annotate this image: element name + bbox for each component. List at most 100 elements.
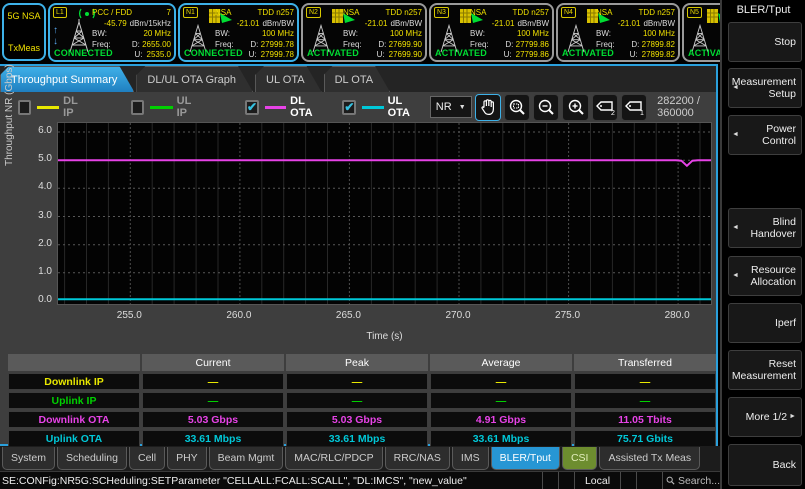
rat-dropdown[interactable]: NR ▼ (430, 96, 472, 118)
tab-assisted-tx-meas[interactable]: Assisted Tx Meas (599, 447, 700, 470)
bw-label: BW: (343, 29, 358, 40)
back-button[interactable]: Back (728, 444, 802, 486)
cell-type: NSA (596, 8, 612, 19)
cell-transferred: — (574, 373, 716, 390)
cell-current: 5.03 Gbps (142, 411, 284, 428)
cell-status: ACTIVATED (688, 48, 720, 58)
x-tick-label: 270.0 (445, 310, 470, 321)
tab-label: DL OTA (335, 74, 374, 86)
chevron-down-icon: ▼ (459, 104, 466, 111)
cell-panel-l1[interactable]: L1 ↑↓ PCC / FDD7 -45.79dBm/15kHz BW:20 M… (48, 3, 176, 62)
tab-label: BLER/Tput (500, 452, 551, 464)
search-box[interactable]: Search... (662, 472, 720, 489)
tab-cell[interactable]: Cell (129, 447, 165, 470)
tab-label: DL/UL OTA Graph (147, 74, 236, 86)
chart-x-axis-label: Time (s) (57, 331, 712, 342)
tab-system[interactable]: System (2, 447, 55, 470)
local-remote-indicator[interactable]: Local (574, 472, 620, 489)
pan-hand-button[interactable] (475, 94, 501, 121)
zoom-out-icon (537, 98, 555, 116)
app-window: 5G NSA TxMeas L1 ↑↓ PCC / FDD7 -45.79dBm… (0, 0, 805, 489)
bottom-tab-bar: System Scheduling Cell PHY Beam Mgmt MAC… (0, 446, 720, 471)
submenu-right-arrow-icon: ► (789, 411, 796, 423)
throughput-table: Current Peak Average Transferred Downlin… (8, 354, 716, 449)
throughput-chart[interactable] (57, 122, 712, 305)
reset-measurement-button[interactable]: Reset Measurement (728, 350, 802, 390)
cell-panel-n3[interactable]: N3 NSATDD n257 -21.01dBm/BW BW:100 MHz F… (429, 3, 554, 62)
cell-peak: 5.03 Gbps (286, 411, 428, 428)
stop-button[interactable]: Stop (728, 22, 802, 62)
tab-mac-rlc-pdcp[interactable]: MAC/RLC/PDCP (285, 447, 382, 470)
ul-label: U: (249, 50, 257, 61)
tab-ims[interactable]: IMS (452, 447, 489, 470)
cell-power: -21.01 (618, 19, 641, 30)
bw-value: 100 MHz (517, 29, 549, 40)
dl-ip-checkbox[interactable] (18, 100, 31, 115)
cell-power-unit: dBm/BW (517, 19, 549, 30)
tab-label: IMS (461, 452, 480, 464)
tab-rrc-nas[interactable]: RRC/NAS (385, 447, 450, 470)
tab-label: MAC/RLC/PDCP (294, 452, 373, 464)
softkey-label: Iperf (775, 317, 796, 329)
chart-y-axis-label: Throughput NR (Gbps) (4, 150, 15, 166)
tab-dl-ota[interactable]: DL OTA (324, 66, 391, 92)
tab-phy[interactable]: PHY (167, 447, 207, 470)
softkey-label: Stop (774, 36, 796, 48)
table-row-downlink-ip: Downlink IP — — — — (8, 373, 716, 390)
cell-panel-n4[interactable]: N4 NSATDD n257 -21.01dBm/BW BW:100 MHz F… (556, 3, 680, 62)
softkey-panel: BLER/Tput Stop ◄ Measurement Setup ◄ Pow… (720, 0, 805, 489)
status-bar: SE:CONFig:NR5G:SCHeduling:SETParameter "… (0, 471, 720, 489)
resource-allocation-button[interactable]: ◄ Resource Allocation (728, 256, 802, 296)
softkey-label: More 1/2 (746, 411, 787, 423)
dl-label: D: (132, 40, 140, 49)
tab-label: Beam Mgmt (218, 452, 275, 464)
submenu-left-arrow-icon: ◄ (732, 270, 739, 282)
dl-ota-checkbox[interactable]: ✔ (245, 100, 259, 115)
ul-freq: 27999.78 (261, 50, 294, 61)
cell-tag: N2 (306, 7, 321, 18)
blind-handover-button[interactable]: ◄ Blind Handover (728, 208, 802, 248)
zoom-out-button[interactable] (533, 94, 559, 121)
cell-transferred: — (574, 392, 716, 409)
table-row-uplink-ota: Uplink OTA 33.61 Mbps 33.61 Mbps 33.61 M… (8, 430, 716, 447)
cell-status: ACTIVATED (307, 48, 359, 58)
tab-beam-mgmt[interactable]: Beam Mgmt (209, 447, 284, 470)
ul-label: U: (377, 50, 385, 61)
x-tick-label: 265.0 (336, 310, 361, 321)
tab-scheduling[interactable]: Scheduling (57, 447, 127, 470)
zoom-in-icon (567, 98, 585, 116)
cell-power: -21.01 (365, 19, 388, 30)
ul-ip-checkbox[interactable] (131, 100, 144, 115)
status-cell (620, 472, 636, 489)
cell-panel-n1[interactable]: N1 NSATDD n257 -21.01dBm/BW BW:100 MHz F… (178, 3, 299, 62)
marker-1-button[interactable]: 1 (621, 94, 647, 121)
cell-panel-n5[interactable]: N5 ACTIVATED (682, 3, 720, 62)
bw-value: 100 MHz (643, 29, 675, 40)
zoom-selection-icon (508, 98, 526, 116)
tab-throughput-summary[interactable]: Throughput Summary (0, 66, 134, 92)
tab-csi[interactable]: CSI (562, 447, 598, 470)
cell-panel-n2[interactable]: N2 NSATDD n257 -21.01dBm/BW BW:100 MHz F… (301, 3, 427, 62)
tab-bler-tput[interactable]: BLER/Tput (491, 447, 560, 470)
cell-power-unit: dBm/BW (643, 19, 675, 30)
cell-band: TDD n257 (513, 8, 549, 19)
iperf-button[interactable]: Iperf (728, 303, 802, 343)
power-control-button[interactable]: ◄ Power Control (728, 115, 802, 155)
tab-ul-ota[interactable]: UL OTA (255, 66, 322, 92)
measurement-setup-button[interactable]: ◄ Measurement Setup (728, 68, 802, 108)
dl-label: D: (250, 40, 258, 49)
ul-ota-label: UL OTA (388, 95, 418, 119)
y-tick-label: 6.0 (38, 125, 52, 136)
status-cell (542, 472, 558, 489)
cell-power-unit: dBm/BW (262, 19, 294, 30)
cell-status: ACTIVATED (435, 48, 487, 58)
ul-ota-checkbox[interactable]: ✔ (342, 100, 356, 115)
tab-dlul-ota-graph[interactable]: DL/UL OTA Graph (136, 66, 253, 92)
tab-label: RRC/NAS (394, 452, 441, 464)
legend-item-ul-ip: UL IP (131, 95, 198, 119)
zoom-selection-button[interactable] (504, 94, 530, 121)
more-pages-button[interactable]: More 1/2 ► (728, 397, 802, 437)
zoom-in-button[interactable] (562, 94, 588, 121)
marker-2-button[interactable]: 2 (592, 94, 618, 121)
ul-label: U: (135, 50, 143, 61)
